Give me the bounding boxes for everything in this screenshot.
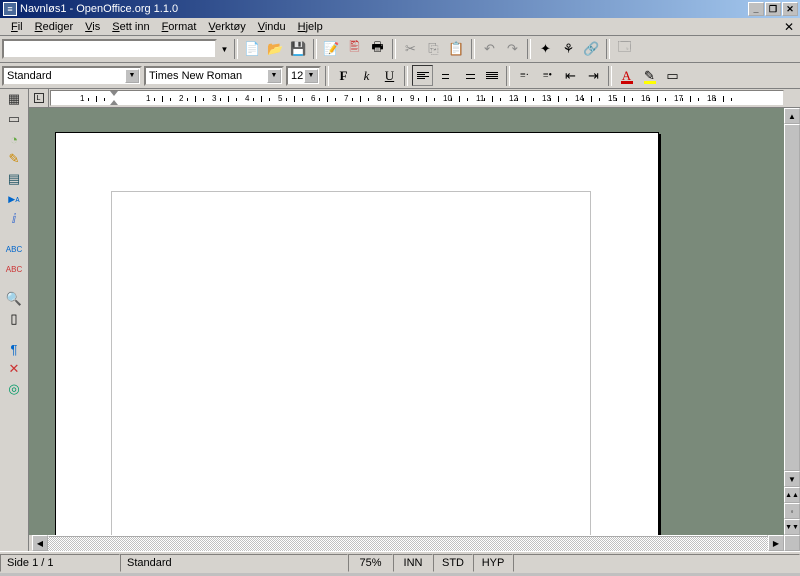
format-toolbar: Standard ▼ Times New Roman ▼ 12 ▼ F k U … xyxy=(0,63,800,89)
underline-button[interactable]: U xyxy=(379,65,400,86)
align-right-button[interactable] xyxy=(458,65,479,86)
background-color-button[interactable]: ▭ xyxy=(662,65,683,86)
insert-frame-button[interactable]: ▭ xyxy=(3,111,26,127)
status-selection-mode[interactable]: STD xyxy=(433,554,473,572)
status-style[interactable]: Standard xyxy=(120,554,348,572)
page xyxy=(55,132,659,535)
italic-button[interactable]: k xyxy=(356,65,377,86)
standard-toolbar: ▼ 📄 📂 💾 📝 🖺 🖶 ✂ ⎘ 📋 ↶ ↷ ✦ ⚘ 🔗 🗔 xyxy=(0,36,800,63)
cut-button[interactable]: ✂ xyxy=(400,39,421,60)
vertical-scrollbar[interactable]: ▲ ▼ ▲▲ ◦ ▼▼ xyxy=(784,108,800,535)
align-justify-button[interactable] xyxy=(481,65,502,86)
status-zoom[interactable]: 75% xyxy=(348,554,393,572)
insert-object-button[interactable]: ▶ᴀ xyxy=(3,191,26,207)
title-bar: ≡ Navnløs1 - OpenOffice.org 1.1.0 _ ❐ ✕ xyxy=(0,0,800,18)
increase-indent-button[interactable]: ⇥ xyxy=(583,65,604,86)
scroll-thumb-horizontal[interactable] xyxy=(48,535,768,537)
insert-graphics-button[interactable]: ◔ xyxy=(3,131,26,147)
main-toolbar-vertical: ▦ ▭ ◔ ✎ ▤ ▶ᴀ ⅈ ABC ABC 🔍 ▯ ¶ ✕ ◎ xyxy=(0,89,29,551)
insert-form-button[interactable]: ▤ xyxy=(3,171,26,187)
menu-vindu[interactable]: Vindu xyxy=(252,20,292,34)
menu-fil[interactable]: Fil xyxy=(5,20,29,34)
menu-format[interactable]: Format xyxy=(156,20,203,34)
open-button[interactable]: 📂 xyxy=(265,39,286,60)
insert-draw-button[interactable]: ✎ xyxy=(3,151,26,167)
paragraph-style-combo[interactable]: Standard ▼ xyxy=(2,66,142,86)
find-button[interactable]: 🔍 xyxy=(3,291,26,307)
font-name-combo[interactable]: Times New Roman ▼ xyxy=(144,66,284,86)
url-input[interactable] xyxy=(2,39,217,59)
horizontal-scrollbar[interactable]: ◀ ▶ xyxy=(32,535,784,551)
undo-button[interactable]: ↶ xyxy=(479,39,500,60)
previous-page-button[interactable]: ▲▲ xyxy=(784,487,800,503)
status-page: Side 1 / 1 xyxy=(0,554,120,572)
status-bar: Side 1 / 1 Standard 75% INN STD HYP xyxy=(0,551,800,573)
restore-button[interactable]: ❐ xyxy=(765,2,781,16)
hyperlink-button[interactable]: 🔗 xyxy=(581,39,602,60)
close-button[interactable]: ✕ xyxy=(782,2,798,16)
font-size-value: 12 xyxy=(291,70,303,82)
window-title: Navnløs1 - OpenOffice.org 1.1.0 xyxy=(20,3,748,15)
bold-button[interactable]: F xyxy=(333,65,354,86)
menu-rediger[interactable]: Rediger xyxy=(29,20,80,34)
new-doc-button[interactable]: 📄 xyxy=(242,39,263,60)
horizontal-ruler[interactable]: L 1123456789101112131415161718 xyxy=(29,89,800,108)
menu-vis[interactable]: Vis xyxy=(79,20,106,34)
paragraph-style-value: Standard xyxy=(7,70,52,82)
stylist-button[interactable]: ⚘ xyxy=(558,39,579,60)
menu-sett-inn[interactable]: Sett inn xyxy=(106,20,155,34)
status-insert-mode[interactable]: INN xyxy=(393,554,433,572)
scroll-thumb-vertical[interactable] xyxy=(784,124,800,471)
chevron-down-icon: ▼ xyxy=(125,69,139,83)
navigation-button[interactable]: ◦ xyxy=(784,503,800,519)
menu-hjelp[interactable]: Hjelp xyxy=(292,20,329,34)
decrease-indent-button[interactable]: ⇤ xyxy=(560,65,581,86)
status-misc xyxy=(513,554,800,572)
edit-doc-button[interactable]: 📝 xyxy=(321,39,342,60)
align-left-button[interactable] xyxy=(412,65,433,86)
next-page-button[interactable]: ▼▼ xyxy=(784,519,800,535)
status-hyphenation[interactable]: HYP xyxy=(473,554,513,572)
document-close-icon[interactable]: ✕ xyxy=(784,20,794,34)
minimize-button[interactable]: _ xyxy=(748,2,764,16)
copy-button[interactable]: ⎘ xyxy=(423,39,444,60)
paste-button[interactable]: 📋 xyxy=(446,39,467,60)
online-layout-button[interactable]: ◎ xyxy=(3,381,26,397)
ruler-corner[interactable]: L xyxy=(29,89,49,107)
save-button[interactable]: 💾 xyxy=(288,39,309,60)
gallery-button[interactable]: 🗔 xyxy=(614,39,635,60)
highlight-button[interactable]: ✎ xyxy=(639,65,660,86)
nonprinting-chars-button[interactable]: ¶ xyxy=(3,341,26,357)
navigator-button[interactable]: ✦ xyxy=(535,39,556,60)
align-center-button[interactable] xyxy=(435,65,456,86)
scroll-left-button[interactable]: ◀ xyxy=(32,535,48,551)
insert-field-button[interactable]: ⅈ xyxy=(3,211,26,227)
font-size-combo[interactable]: 12 ▼ xyxy=(286,66,321,86)
numbered-list-button[interactable]: ≡· xyxy=(514,65,535,86)
chevron-down-icon: ▼ xyxy=(267,69,281,83)
font-color-button[interactable]: A xyxy=(616,65,637,86)
spellcheck-button[interactable]: ABC xyxy=(3,241,26,257)
redo-button[interactable]: ↷ xyxy=(502,39,523,60)
scroll-up-button[interactable]: ▲ xyxy=(784,108,800,124)
url-dropdown-icon[interactable]: ▼ xyxy=(219,45,230,54)
insert-table-button[interactable]: ▦ xyxy=(3,91,26,107)
export-pdf-button[interactable]: 🖺 xyxy=(344,39,365,60)
app-icon: ≡ xyxy=(3,2,17,16)
chevron-down-icon: ▼ xyxy=(304,69,318,83)
auto-spellcheck-button[interactable]: ABC xyxy=(3,261,26,277)
data-sources-button[interactable]: ▯ xyxy=(3,311,26,327)
graphics-off-button[interactable]: ✕ xyxy=(3,361,26,377)
menu-verktoy[interactable]: Verktøy xyxy=(202,20,251,34)
scroll-down-button[interactable]: ▼ xyxy=(784,471,800,487)
scroll-right-button[interactable]: ▶ xyxy=(768,535,784,551)
text-margin-area[interactable] xyxy=(111,191,591,535)
document-canvas[interactable] xyxy=(29,108,784,535)
bullet-list-button[interactable]: ≡• xyxy=(537,65,558,86)
print-button[interactable]: 🖶 xyxy=(367,39,388,60)
font-name-value: Times New Roman xyxy=(149,70,242,82)
menu-bar: Fil Rediger Vis Sett inn Format Verktøy … xyxy=(0,18,800,36)
